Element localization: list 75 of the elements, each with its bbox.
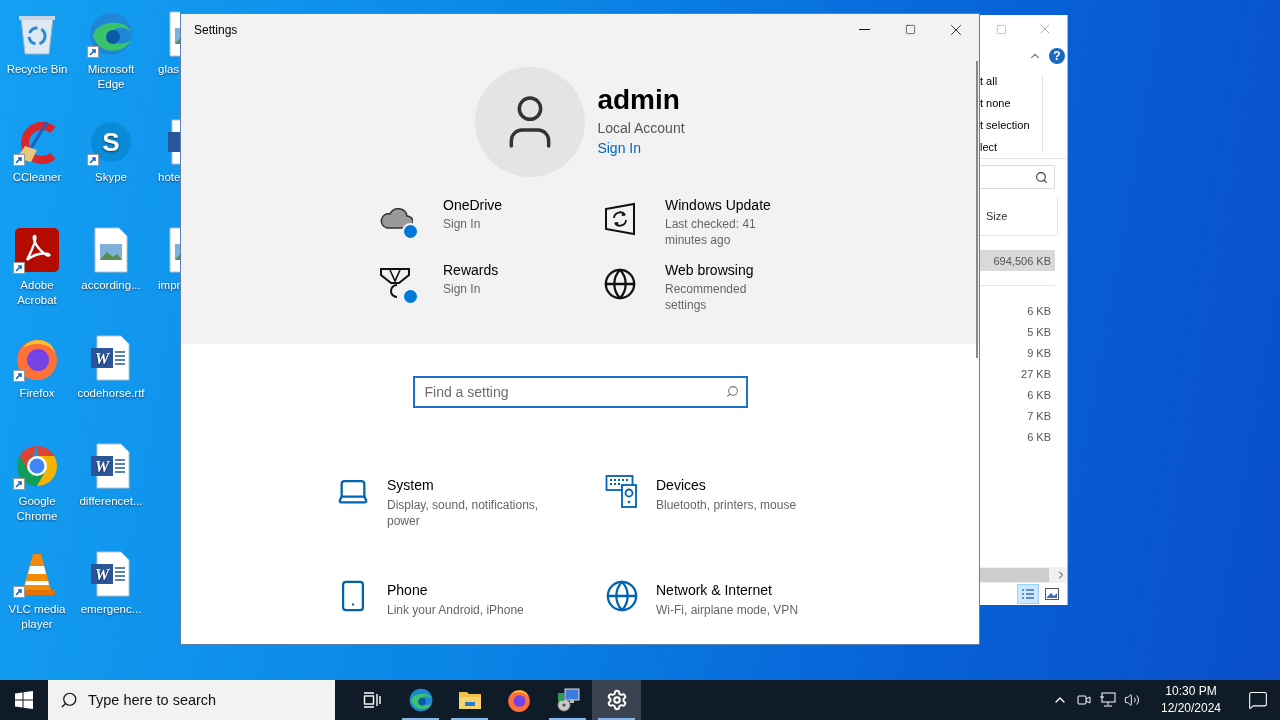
service-status: Sign In — [443, 216, 482, 232]
help-button[interactable]: ? — [1049, 48, 1065, 64]
camera-icon — [1076, 692, 1092, 708]
search-icon — [60, 691, 78, 709]
list-icon — [1021, 588, 1035, 600]
globe-icon — [605, 579, 639, 613]
category-title: Phone — [387, 581, 429, 599]
size-cell[interactable]: 7 KB — [980, 405, 1055, 426]
category-description: Link your Android, iPhone — [387, 602, 525, 618]
category-item[interactable]: Network & Internet Wi-Fi, airplane mode, VPN — [605, 579, 874, 618]
ribbon-command[interactable]: t all — [980, 69, 1043, 92]
search-icon — [1035, 170, 1048, 184]
category-title: Network & Internet — [656, 581, 773, 599]
medal-icon — [379, 267, 411, 301]
ribbon-command[interactable]: lect — [980, 135, 1043, 158]
desktop-shortcut[interactable]: W codehorse.rtf — [74, 328, 148, 436]
globe-icon — [603, 267, 637, 301]
service-title[interactable]: Rewards — [443, 261, 568, 279]
category-item[interactable]: Devices Bluetooth, printers, mouse — [605, 474, 874, 513]
service-status: Recommended settings — [665, 281, 748, 313]
service-status: Last checked: 41 minutes ago — [665, 216, 757, 248]
size-cell[interactable]: 9 KB — [980, 342, 1055, 363]
cloud-icon — [379, 206, 413, 230]
browser-icon — [87, 10, 135, 58]
size-cell[interactable]: 27 KB — [980, 363, 1055, 384]
settings-icon — [605, 689, 628, 711]
sign-in-link[interactable]: Sign In — [597, 140, 685, 156]
service-title[interactable]: Windows Update — [665, 196, 790, 214]
category-description: Bluetooth, printers, mouse — [656, 497, 798, 513]
minimize-icon — [858, 29, 870, 30]
category-title: System — [387, 476, 435, 494]
category-description: Display, sound, notifications, power — [387, 497, 540, 529]
account-type: Local Account — [597, 120, 685, 136]
folder-icon — [457, 689, 482, 711]
category-title: Devices — [656, 476, 707, 494]
update-icon — [603, 202, 637, 236]
service-title[interactable]: Web browsing — [665, 261, 790, 279]
desktop-shortcut[interactable]: W emergenc... — [74, 544, 148, 652]
window-title: Settings — [194, 22, 239, 37]
keyboard-speaker-icon — [605, 474, 639, 508]
maximize-icon — [996, 23, 1008, 35]
maximize-icon — [904, 24, 916, 35]
size-cell[interactable]: 6 KB — [980, 300, 1055, 321]
windows-icon — [15, 691, 33, 709]
category-item[interactable]: Phone Link your Android, iPhone — [336, 579, 605, 618]
network-icon — [1099, 692, 1117, 708]
browser-icon — [407, 687, 434, 713]
size-cell[interactable]: 694,506 KB — [980, 250, 1055, 271]
clock-time[interactable]: 10:30 PM — [1165, 683, 1217, 700]
search-icon — [725, 385, 739, 398]
scrollbar[interactable] — [976, 61, 978, 358]
taskbar-app-button[interactable] — [592, 680, 641, 720]
pdf-app-icon — [13, 226, 61, 274]
search-field[interactable]: Find a setting — [412, 376, 748, 408]
image-icon — [1045, 588, 1059, 600]
size-cell[interactable]: 5 KB — [980, 321, 1055, 342]
account-name: admin — [597, 83, 681, 117]
horizontal-scrollbar[interactable] — [980, 567, 1067, 583]
notification-icon — [1248, 690, 1268, 710]
taskbar-search-field[interactable]: Type here to search — [48, 680, 335, 720]
ribbon-command[interactable]: t none — [980, 91, 1043, 114]
browser-icon — [505, 687, 532, 713]
category-description: Wi-Fi, airplane mode, VPN — [656, 602, 800, 618]
service-status: Sign In — [443, 281, 482, 297]
ribbon-command[interactable]: t selection — [980, 113, 1043, 136]
task-view-icon — [362, 692, 381, 708]
clock-date[interactable]: 12/20/2024 — [1160, 700, 1222, 717]
size-cell[interactable]: 6 KB — [980, 426, 1055, 447]
installer-icon — [554, 687, 581, 713]
size-cell[interactable]: 6 KB — [980, 384, 1055, 405]
desktop-shortcut[interactable]: S Skype — [74, 112, 148, 220]
service-title[interactable]: OneDrive — [443, 196, 568, 214]
category-item[interactable]: System Display, sound, notifications, power — [336, 474, 605, 529]
speaker-icon — [1124, 692, 1140, 708]
desktop-shortcut[interactable]: W differencet... — [74, 436, 148, 544]
